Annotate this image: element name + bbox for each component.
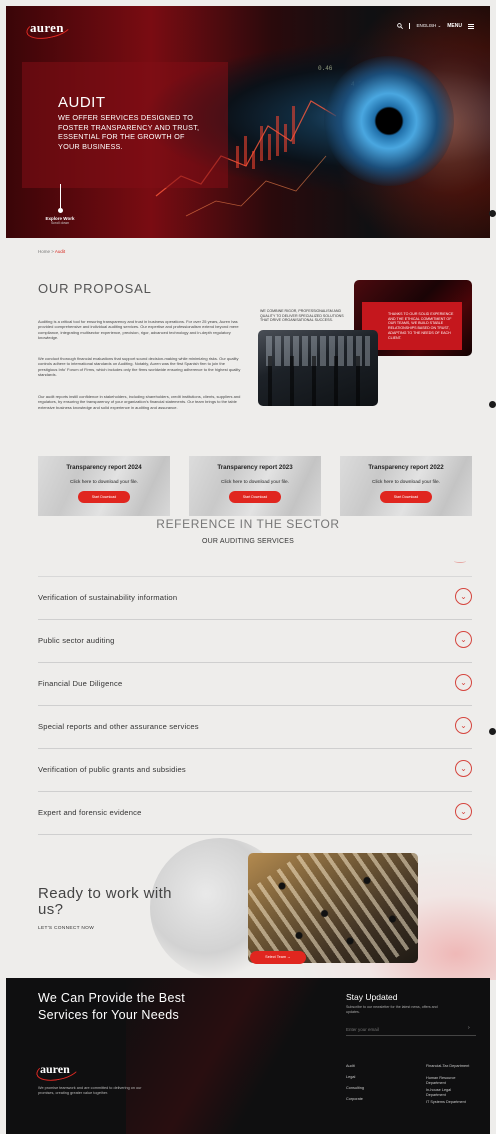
proposal-paragraph: Our audit reports instill confidence in … <box>38 394 241 410</box>
proposal-paragraph: Auditing is a critical tool for ensuring… <box>38 319 239 340</box>
select-team-button[interactable]: Select Team → <box>250 951 306 964</box>
download-button[interactable]: Start Download <box>78 491 130 503</box>
ready-title: Ready to work with us? <box>38 885 172 918</box>
side-scroll-dot-icon[interactable] <box>489 401 496 408</box>
footer-link-it-systems[interactable]: IT Systems Department <box>426 1100 470 1105</box>
footer-link-financial-tax[interactable]: Financial-Tax Department <box>426 1064 470 1069</box>
search-icon[interactable] <box>397 23 404 29</box>
service-label: Special reports and other assurance serv… <box>38 722 199 731</box>
proposal-title: OUR PROPOSAL <box>38 281 152 296</box>
report-card-2024: Transparency report 2024 Click here to d… <box>38 456 170 516</box>
download-button[interactable]: Start Download <box>229 491 281 503</box>
service-item[interactable]: Financial Due Diligence ⌄ <box>38 663 472 706</box>
chevron-down-icon[interactable]: ⌄ <box>455 631 472 648</box>
hero-banner: 0.464.526.41 auren ENGLISH ⌄ MENU AUDIT … <box>6 6 490 238</box>
crowd-figures <box>248 853 418 963</box>
service-item[interactable]: Expert and forensic evidence ⌄ <box>38 792 472 835</box>
menu-label: MENU <box>447 23 462 29</box>
ready-subtitle: LET'S CONNECT NOW <box>38 926 95 931</box>
service-item[interactable]: Public sector auditing ⌄ <box>38 620 472 663</box>
service-label: Expert and forensic evidence <box>38 808 142 817</box>
newsletter-title: Stay Updated <box>346 992 398 1002</box>
scroll-line <box>59 184 61 208</box>
header-logo[interactable]: auren <box>30 20 64 36</box>
report-text: Click here to download your file. <box>70 480 138 485</box>
service-label: Public sector auditing <box>38 636 115 645</box>
service-label: Verification of public grants and subsid… <box>38 765 186 774</box>
combine-statement: WE COMBINE RIGOR, PROFESSIONALISM AND QU… <box>260 309 344 323</box>
hamburger-icon[interactable] <box>468 23 474 29</box>
footer-title: We Can Provide the Best Services for You… <box>38 991 186 1022</box>
side-scroll-dot-icon[interactable] <box>489 728 496 735</box>
footer-logo[interactable]: auren <box>40 1062 70 1077</box>
hero-title: AUDIT <box>58 94 106 111</box>
footer-link-in-house-legal[interactable]: In-house Legal Department <box>426 1088 470 1098</box>
explore-work-link[interactable]: Explore Work Scroll down <box>40 184 80 225</box>
side-scroll-dot-icon[interactable] <box>489 210 496 217</box>
nav-divider <box>409 23 411 29</box>
menu-button[interactable]: MENU <box>447 23 462 29</box>
commitment-card-text: THANKS TO OUR SOLID EXPERIENCE AND THE E… <box>388 312 454 340</box>
language-label: ENGLISH <box>416 23 437 28</box>
services-title: REFERENCE IN THE SECTOR <box>156 517 340 531</box>
service-item[interactable]: Verification of sustainability informati… <box>38 577 472 620</box>
chevron-down-icon: ⌄ <box>437 23 442 28</box>
chevron-down-icon[interactable]: ⌄ <box>455 588 472 605</box>
svg-text:0.46: 0.46 <box>318 65 333 72</box>
language-selector[interactable]: ENGLISH ⌄ <box>416 23 441 29</box>
report-text: Click here to download your file. <box>372 480 440 485</box>
newsletter-email-input[interactable] <box>346 1024 476 1036</box>
breadcrumb-current: Audit <box>54 249 66 254</box>
report-title: Transparency report 2024 <box>66 464 142 471</box>
footer-link-audit[interactable]: Audit <box>346 1064 355 1069</box>
accordion-top-mark <box>454 559 466 563</box>
report-card-2022: Transparency report 2022 Click here to d… <box>340 456 472 516</box>
newsletter-subtitle: Subscribe to our newsletter for the late… <box>346 1005 438 1014</box>
hero-subtitle: WE OFFER SERVICES DESIGNED TO FOSTER TRA… <box>58 113 200 151</box>
chevron-down-icon[interactable]: ⌄ <box>455 760 472 777</box>
chevron-down-icon[interactable]: ⌄ <box>455 717 472 734</box>
top-nav: ENGLISH ⌄ MENU <box>397 23 474 29</box>
footer-about: We promise teamwork and are committed to… <box>38 1086 142 1095</box>
report-card-2023: Transparency report 2023 Click here to d… <box>189 456 321 516</box>
submit-arrow-icon[interactable]: › <box>468 1025 470 1031</box>
page: 0.464.526.41 auren ENGLISH ⌄ MENU AUDIT … <box>0 0 496 1134</box>
office-team-image <box>258 330 378 406</box>
explore-subtitle: Scroll down <box>50 221 70 225</box>
scroll-dot-icon <box>57 208 63 213</box>
footer-link-human-resource[interactable]: Human Resource Department <box>426 1076 470 1086</box>
breadcrumb-home[interactable]: Home <box>38 249 50 254</box>
service-label: Verification of sustainability informati… <box>38 593 178 602</box>
service-item[interactable]: Special reports and other assurance serv… <box>38 706 472 749</box>
download-button[interactable]: Start Download <box>380 491 432 503</box>
footer-link-corporate[interactable]: Corporate <box>346 1097 363 1102</box>
proposal-paragraph: We conduct thorough financial evaluation… <box>38 356 241 377</box>
services-subtitle: OUR AUDITING SERVICES <box>202 538 294 545</box>
select-team-label: Select Team <box>265 955 286 959</box>
hero-eye-graphic <box>324 56 454 186</box>
chevron-down-icon[interactable]: ⌄ <box>455 803 472 820</box>
footer-link-legal[interactable]: Legal <box>346 1075 355 1080</box>
report-title: Transparency report 2023 <box>217 464 293 471</box>
service-label: Financial Due Diligence <box>38 679 123 688</box>
footer-link-consulting[interactable]: Consulting <box>346 1086 364 1091</box>
service-item[interactable]: Verification of public grants and subsid… <box>38 749 472 792</box>
crowd-image <box>248 853 418 963</box>
chevron-down-icon[interactable]: ⌄ <box>455 674 472 691</box>
office-people <box>258 356 378 406</box>
breadcrumb: Home > Audit <box>38 249 65 254</box>
report-title: Transparency report 2022 <box>368 464 444 471</box>
footer: We Can Provide the Best Services for You… <box>6 978 490 1134</box>
report-text: Click here to download your file. <box>221 480 289 485</box>
